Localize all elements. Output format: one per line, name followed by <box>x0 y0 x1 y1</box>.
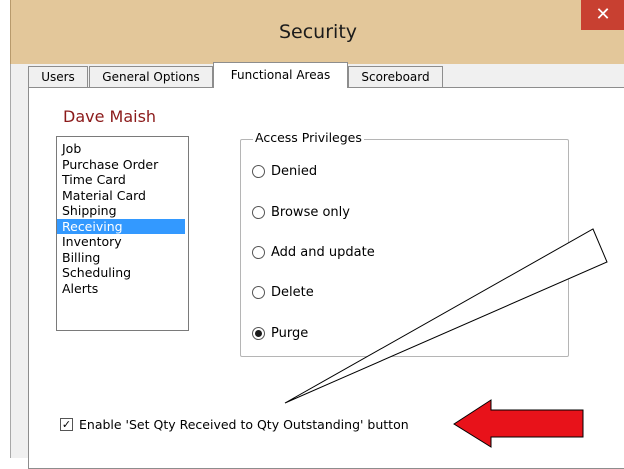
tab-label: Functional Areas <box>230 68 331 82</box>
radio-label: Add and update <box>271 244 375 260</box>
tab-functional-areas[interactable]: Functional Areas <box>213 62 348 88</box>
close-button[interactable]: ✕ <box>581 0 624 30</box>
radio-purge[interactable]: Purge <box>252 324 308 342</box>
radio-button-icon <box>252 164 265 178</box>
list-item[interactable]: Purchase Order <box>57 157 185 173</box>
list-item[interactable]: Receiving <box>57 218 185 234</box>
list-item[interactable]: Shipping <box>57 203 185 219</box>
checkbox-checked-icon: ✓ <box>60 417 73 431</box>
list-item[interactable]: Inventory <box>57 234 185 250</box>
functional-areas-list[interactable]: Job Purchase Order Time Card Material Ca… <box>56 136 189 331</box>
checkbox-label: Enable 'Set Qty Received to Qty Outstand… <box>79 416 409 432</box>
radio-button-icon <box>252 205 265 219</box>
access-privileges-legend: Access Privileges <box>253 130 364 145</box>
tab-label: Scoreboard <box>361 70 430 84</box>
radio-browse-only[interactable]: Browse only <box>252 203 350 221</box>
list-item[interactable]: Scheduling <box>57 265 185 281</box>
enable-set-qty-checkbox[interactable]: ✓ Enable 'Set Qty Received to Qty Outsta… <box>60 415 409 433</box>
radio-label: Browse only <box>271 204 350 220</box>
title-bar: Security ✕ <box>10 0 624 64</box>
tab-label: General Options <box>102 70 200 84</box>
list-item[interactable]: Time Card <box>57 172 185 188</box>
list-item[interactable]: Billing <box>57 250 185 266</box>
list-item[interactable]: Material Card <box>57 188 185 204</box>
radio-label: Delete <box>271 284 314 300</box>
radio-denied[interactable]: Denied <box>252 162 317 180</box>
window-title: Security <box>278 21 358 43</box>
radio-button-icon <box>252 245 265 259</box>
tab-users[interactable]: Users <box>28 66 88 87</box>
radio-selected-dot <box>255 329 262 337</box>
list-item[interactable]: Job <box>57 141 185 157</box>
radio-label: Purge <box>271 325 309 341</box>
radio-button-icon <box>252 326 265 340</box>
radio-delete[interactable]: Delete <box>252 283 314 301</box>
radio-label: Denied <box>271 163 318 179</box>
tab-general-options[interactable]: General Options <box>89 66 213 87</box>
tab-scoreboard[interactable]: Scoreboard <box>348 66 443 87</box>
list-item[interactable]: Alerts <box>57 281 185 297</box>
user-name-label: Dave Maish <box>63 107 157 126</box>
radio-add-and-update[interactable]: Add and update <box>252 243 375 261</box>
close-icon: ✕ <box>595 4 611 25</box>
tab-label: Users <box>41 70 75 84</box>
radio-button-icon <box>252 285 265 299</box>
